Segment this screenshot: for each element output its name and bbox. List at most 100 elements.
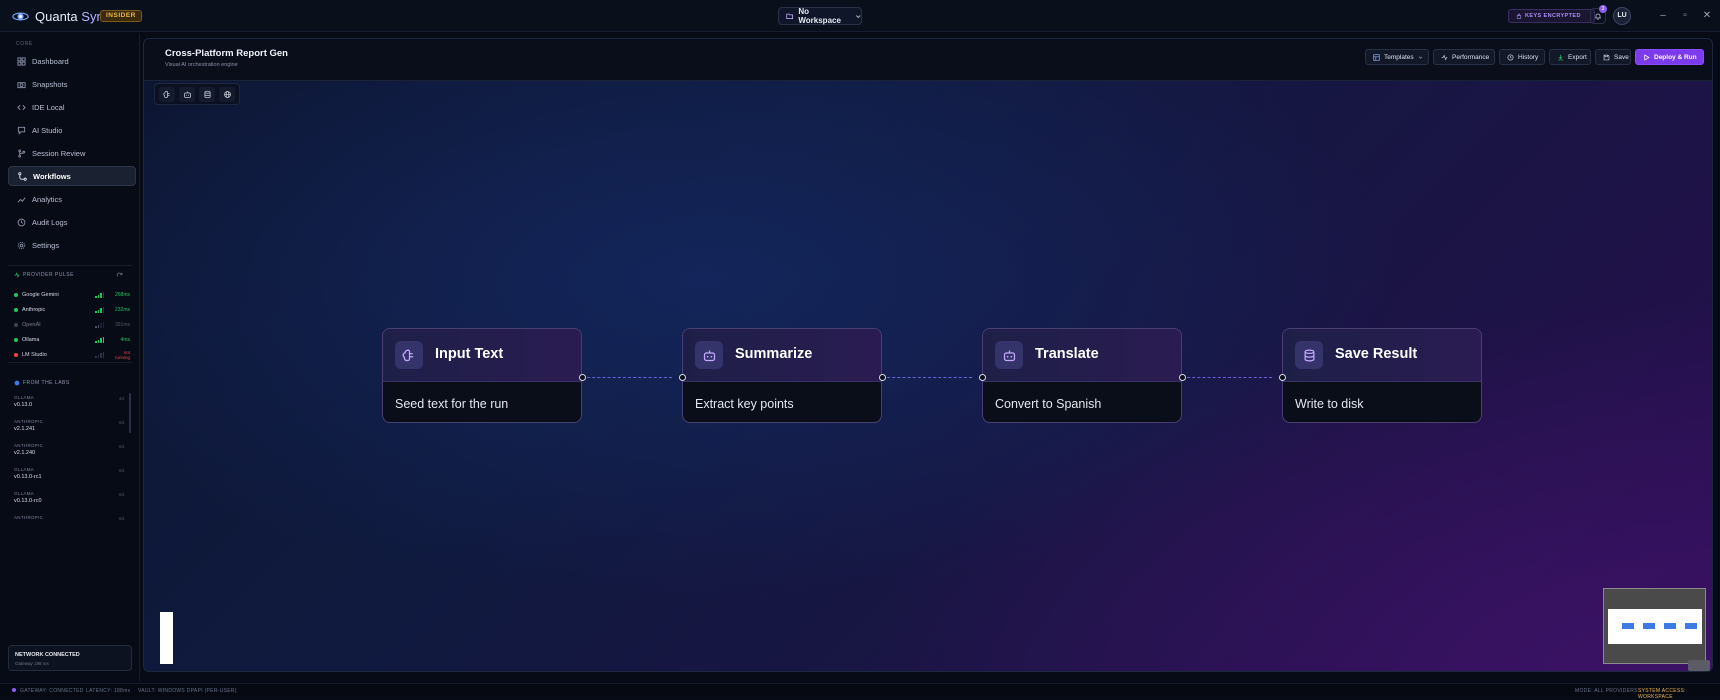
add-agent-node-button[interactable] <box>179 87 195 102</box>
signal-bars <box>95 307 104 313</box>
ai-brain-icon <box>402 349 413 361</box>
release-item[interactable]: ANTHROPIC 6d <box>14 515 124 537</box>
release-item[interactable]: OLLAMA v0.13.0-rc1 6d <box>14 467 124 489</box>
node-output-port[interactable] <box>1178 373 1186 381</box>
sidebar-item-settings[interactable]: Settings <box>8 235 136 255</box>
app-name-prefix: Quanta <box>35 9 78 24</box>
node-header: Save Result <box>1283 329 1481 382</box>
node-icon <box>395 341 423 369</box>
minimap-drag-handle[interactable] <box>1688 660 1710 671</box>
provider-row-google-gemini: Google Gemini 268ms <box>14 289 130 301</box>
status-dot <box>14 308 18 312</box>
provider-pulse-header: PROVIDER PULSE <box>14 272 74 278</box>
folder-icon <box>786 13 794 19</box>
release-item[interactable]: OLLAMA v0.13.0 4d <box>14 395 124 417</box>
status-dot <box>14 293 18 297</box>
node-input-port[interactable] <box>678 373 686 381</box>
canvas-controls-panel[interactable] <box>160 612 173 664</box>
activity-icon <box>1441 53 1448 61</box>
release-item[interactable]: ANTHROPIC v2.1.241 6d <box>14 419 124 441</box>
workflow-node-summarize[interactable]: Summarize Extract key points <box>682 328 882 423</box>
release-vendor: ANTHROPIC <box>14 419 44 424</box>
signal-bars <box>95 352 104 358</box>
globe-icon <box>223 91 231 98</box>
performance-button[interactable]: Performance <box>1433 49 1495 65</box>
deploy-run-label: Deploy & Run <box>1654 53 1697 61</box>
node-palette <box>154 83 240 105</box>
keys-encrypted-label: KEYS ENCRYPTED <box>1525 13 1581 19</box>
templates-label: Templates <box>1384 53 1414 61</box>
node-header: Translate <box>983 329 1181 382</box>
connection-edge[interactable] <box>1182 377 1272 378</box>
deploy-run-button[interactable]: Deploy & Run <box>1635 49 1704 65</box>
release-item[interactable]: OLLAMA v0.13.0-rc0 6d <box>14 491 124 513</box>
node-header: Input Text <box>383 329 581 382</box>
sidebar-item-session-review[interactable]: Session Review <box>8 143 136 163</box>
workflow-canvas[interactable]: Cross-Platform Report Gen Visual AI orch… <box>143 38 1713 672</box>
node-input-port[interactable] <box>978 373 986 381</box>
add-ai-node-button[interactable] <box>159 87 175 102</box>
branch-icon <box>18 148 26 158</box>
history-button[interactable]: History <box>1499 49 1545 65</box>
node-title: Summarize <box>735 346 813 362</box>
notification-count: 3 <box>1599 5 1607 13</box>
minimize-button[interactable]: – <box>1657 10 1669 22</box>
status-dot <box>14 323 18 327</box>
canvas-minimap[interactable] <box>1603 588 1706 664</box>
labs-header: FROM THE LABS <box>14 380 70 386</box>
close-button[interactable]: ✕ <box>1701 10 1713 22</box>
refresh-icon[interactable] <box>116 272 123 279</box>
chart-icon <box>17 196 26 203</box>
labs-scrollbar[interactable] <box>129 393 131 433</box>
export-button[interactable]: Export <box>1549 49 1591 65</box>
node-input-port[interactable] <box>1278 373 1286 381</box>
provider-name: OpenAI <box>22 322 41 328</box>
sidebar-item-audit-logs[interactable]: Audit Logs <box>8 212 136 232</box>
system-access-status: SYSTEM ACCESS: WORKSPACE <box>1638 688 1686 700</box>
node-output-port[interactable] <box>578 373 586 381</box>
bot-icon <box>183 91 191 98</box>
release-version: v0.13.0-rc1 <box>14 474 42 480</box>
performance-label: Performance <box>1452 53 1490 61</box>
signal-bars <box>95 322 104 328</box>
layout-icon <box>1373 53 1380 61</box>
save-button[interactable]: Save <box>1595 49 1631 65</box>
sidebar-item-ai-studio[interactable]: AI Studio <box>8 120 136 140</box>
add-storage-node-button[interactable] <box>199 87 215 102</box>
workspace-selector[interactable]: No Workspace <box>778 7 862 25</box>
sidebar-item-ide-local[interactable]: IDE Local <box>8 97 136 117</box>
vault-status: VAULT: WINDOWS DPAPI (PER-USER) <box>138 688 237 694</box>
avatar[interactable]: LU <box>1613 7 1631 25</box>
release-item[interactable]: ANTHROPIC v2.1.240 6d <box>14 443 124 465</box>
sidebar-item-analytics[interactable]: Analytics <box>8 189 136 209</box>
node-description: Extract key points <box>695 397 794 411</box>
history-label: History <box>1518 53 1539 61</box>
bot-icon <box>1003 350 1015 361</box>
workflow-node-save-result[interactable]: Save Result Write to disk <box>1282 328 1482 423</box>
release-vendor: OLLAMA <box>14 491 35 496</box>
templates-button[interactable]: Templates <box>1365 49 1429 65</box>
save-label: Save <box>1614 53 1629 61</box>
grid-icon <box>17 56 26 66</box>
sidebar-item-snapshots[interactable]: Snapshots <box>8 74 136 94</box>
add-web-node-button[interactable] <box>219 87 235 102</box>
workflow-node-input-text[interactable]: Input Text Seed text for the run <box>382 328 582 423</box>
sidebar-item-workflows[interactable]: Workflows <box>8 166 136 186</box>
maximize-button[interactable]: ▫ <box>1679 10 1691 22</box>
workflow-subtitle: Visual AI orchestration engine <box>165 62 238 68</box>
clock-icon <box>17 218 26 226</box>
status-bar: GATEWAY: CONNECTED LATENCY: 188ms VAULT:… <box>0 683 1720 700</box>
globe-icon <box>14 380 20 386</box>
signal-bars <box>95 292 104 298</box>
connection-edge[interactable] <box>582 377 672 378</box>
chat-icon <box>17 126 26 135</box>
node-description: Convert to Spanish <box>995 397 1102 411</box>
minimap-node <box>1685 623 1697 629</box>
connection-edge[interactable] <box>882 377 972 378</box>
sidebar-item-dashboard[interactable]: Dashboard <box>8 51 136 71</box>
node-output-port[interactable] <box>878 373 886 381</box>
workflow-header: Cross-Platform Report Gen Visual AI orch… <box>144 39 1712 81</box>
release-age: 6d <box>118 444 124 449</box>
workflow-node-translate[interactable]: Translate Convert to Spanish <box>982 328 1182 423</box>
release-age: 6d <box>118 516 124 521</box>
